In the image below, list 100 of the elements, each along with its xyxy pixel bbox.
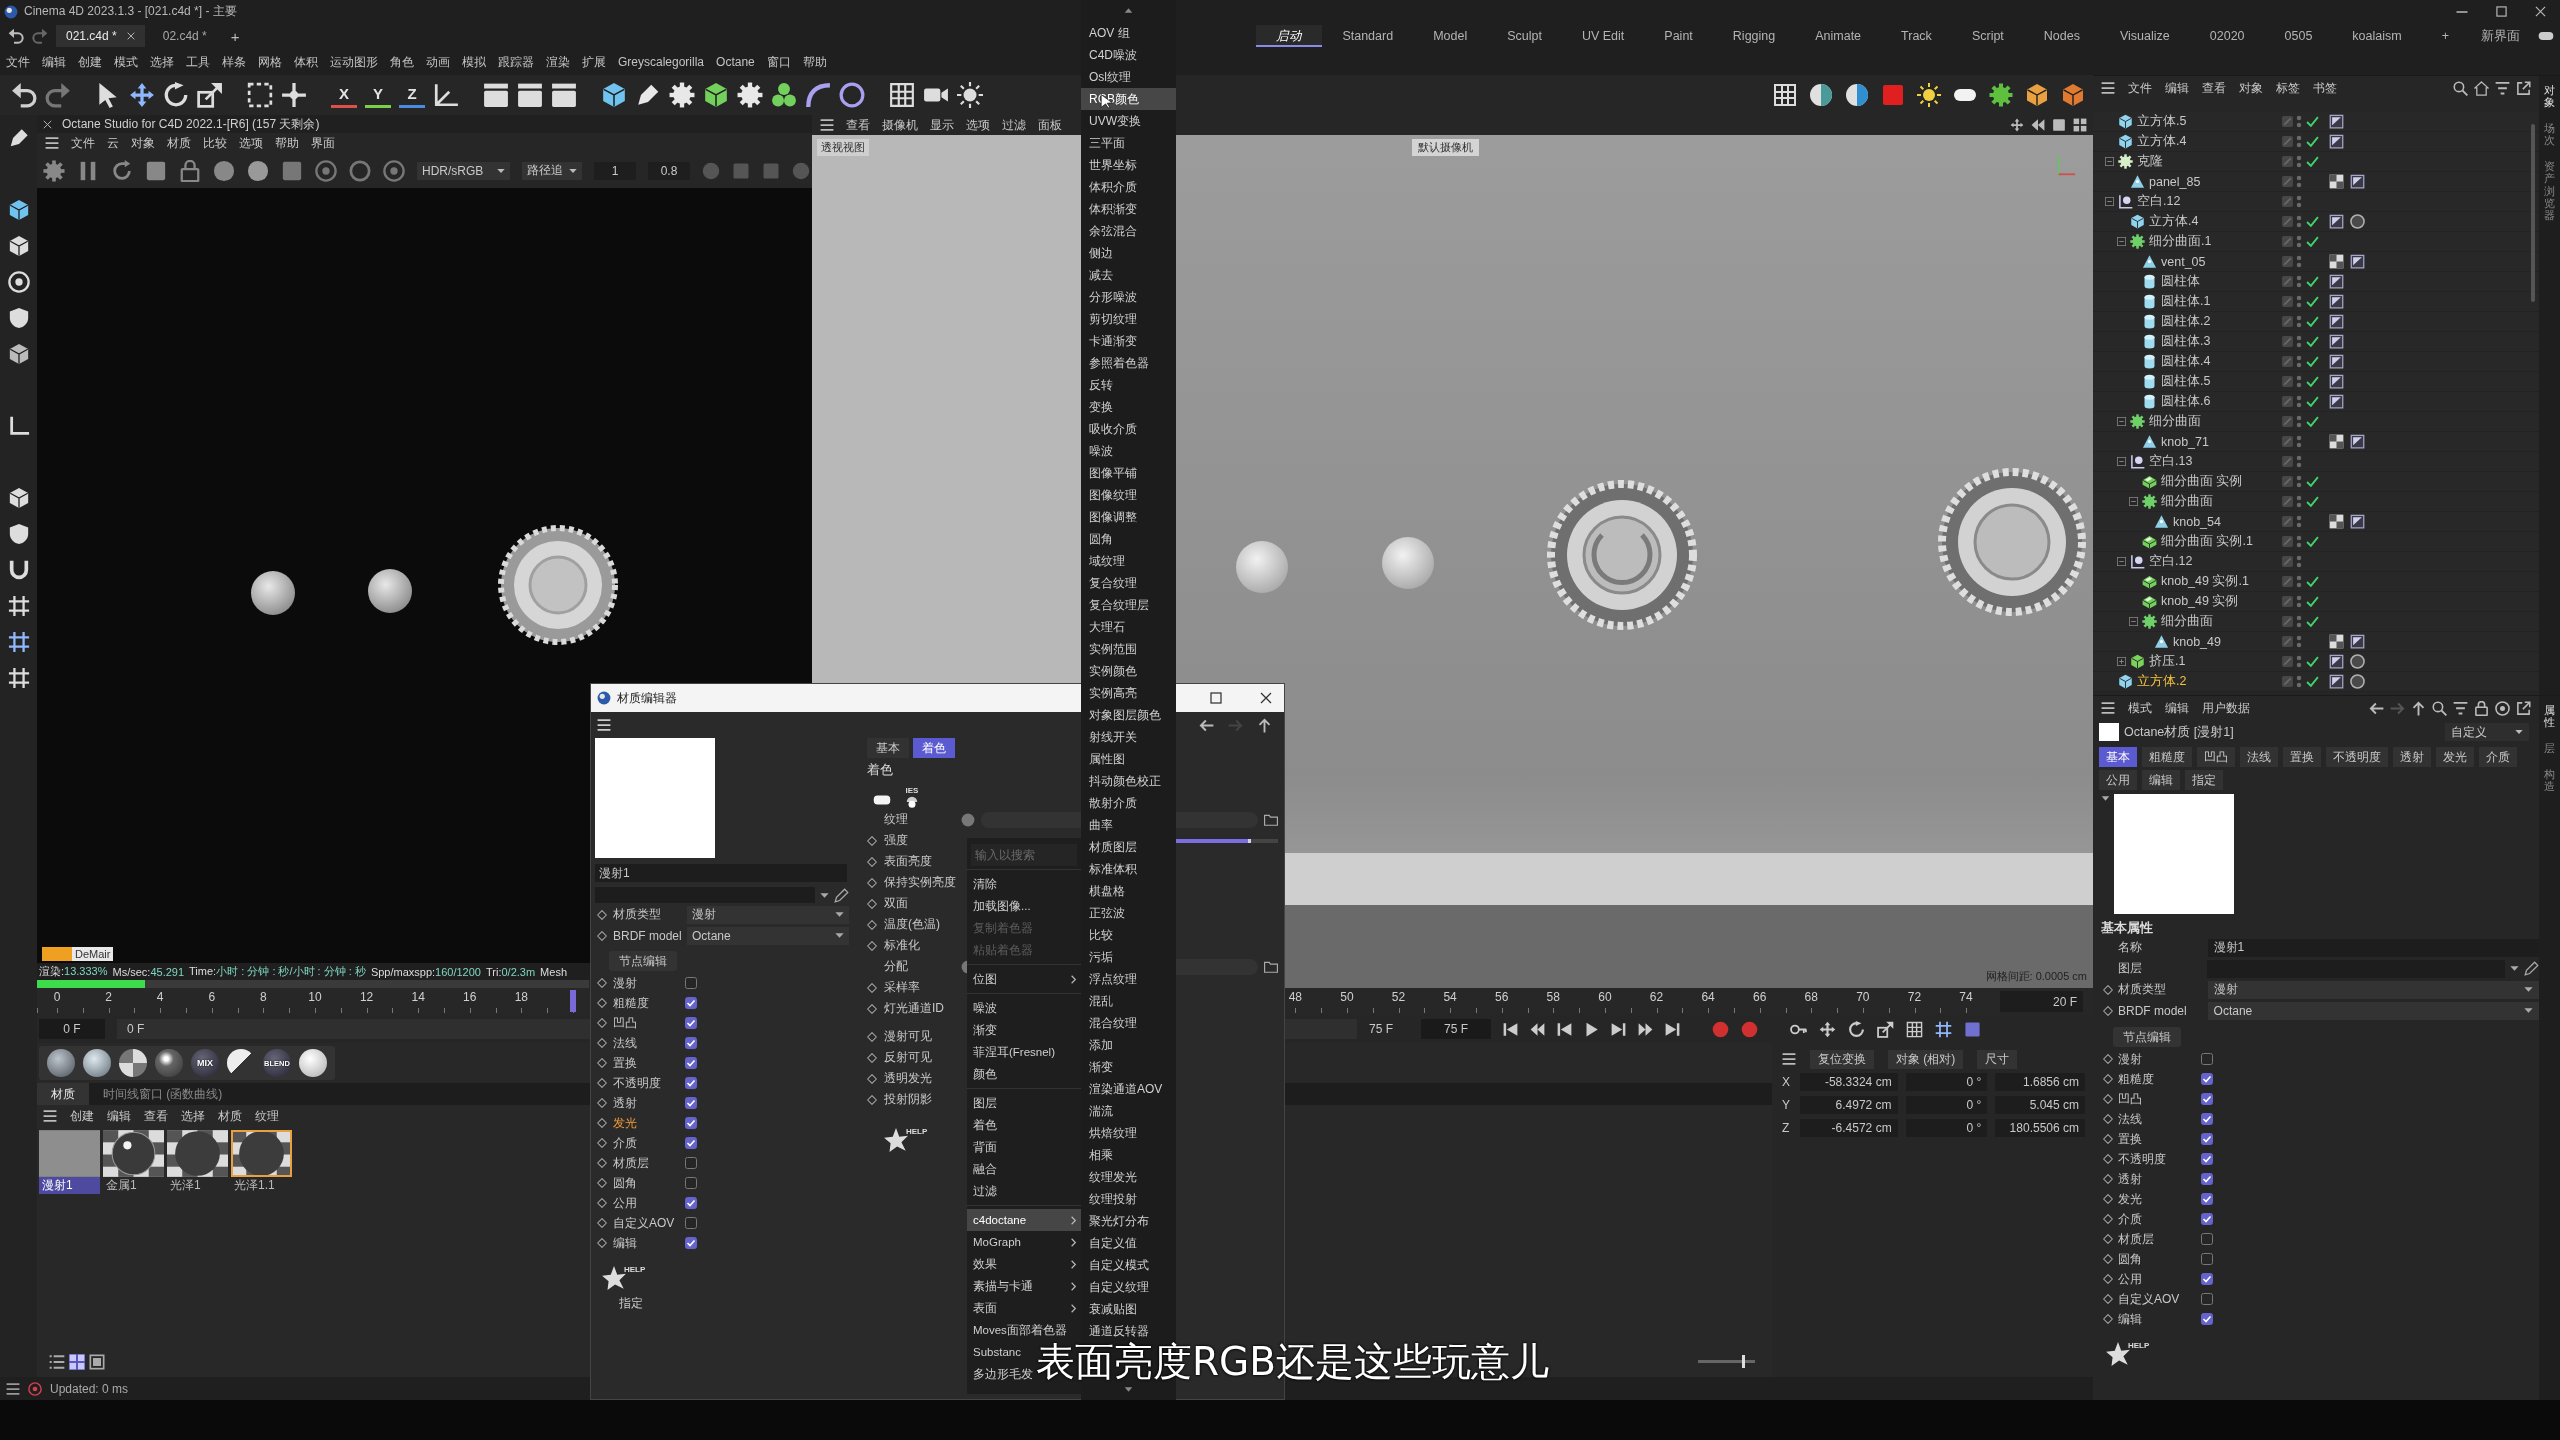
pen-icon[interactable]: [635, 82, 661, 108]
checkbox[interactable]: [685, 1177, 697, 1189]
collapse-icon[interactable]: [2117, 457, 2126, 466]
caret-icon[interactable]: [2101, 794, 2110, 803]
menu-icon[interactable]: [2101, 81, 2115, 95]
layout-tab[interactable]: Track: [1881, 25, 1952, 47]
value-field[interactable]: 6.4972 cm: [1799, 1096, 1898, 1114]
channel-label[interactable]: 编辑: [613, 1234, 679, 1252]
attribute-tab[interactable]: 指定: [2185, 770, 2223, 790]
magnet-icon[interactable]: [7, 559, 30, 581]
grid-icon[interactable]: [2073, 118, 2087, 132]
menu-item[interactable]: 加载图像...: [967, 895, 1034, 917]
menu-item[interactable]: C4D噪波: [1081, 44, 1176, 66]
object-name[interactable]: knob_49 实例: [2161, 593, 2239, 610]
side-tab[interactable]: 对象: [2544, 84, 2555, 109]
channel-label[interactable]: 凹凸: [613, 1014, 679, 1032]
visibility-dots-icon[interactable]: [2296, 135, 2302, 148]
layer-icon[interactable]: [2281, 395, 2294, 408]
object-name[interactable]: 细分曲面 实例.1: [2161, 533, 2253, 550]
check-icon[interactable]: [2306, 235, 2319, 248]
grid-icon[interactable]: [1773, 83, 1797, 107]
axis-lock-button[interactable]: X: [331, 82, 357, 108]
keyframe-icon[interactable]: [2103, 1005, 2113, 1016]
menu-item[interactable]: 帮助: [802, 53, 827, 71]
kernel-dropdown[interactable]: 路径追: [522, 161, 582, 180]
channel-tab[interactable]: 基本: [867, 738, 909, 758]
layer-icon[interactable]: [2281, 595, 2294, 608]
up-arrow-icon[interactable]: [1257, 717, 1272, 733]
menu-item[interactable]: 抖动颜色校正: [1081, 770, 1176, 792]
menu-item[interactable]: 文件: [71, 134, 95, 152]
layer-icon[interactable]: [2281, 355, 2294, 368]
pencil-icon[interactable]: [834, 887, 849, 903]
menu-item[interactable]: UVW变换: [1081, 110, 1176, 132]
visibility-dots-icon[interactable]: [2296, 395, 2302, 408]
grid-icon[interactable]: [7, 667, 30, 689]
grid-icon[interactable]: [1906, 1020, 1923, 1038]
preset-dropdown[interactable]: 自定义: [2445, 723, 2529, 741]
menu-item[interactable]: 渐变: [1081, 1056, 1176, 1078]
check-icon[interactable]: [2306, 595, 2319, 608]
collapse-icon[interactable]: [2117, 417, 2126, 426]
layer-icon[interactable]: [2281, 515, 2294, 528]
list-icon[interactable]: [49, 1354, 65, 1370]
layer-icon[interactable]: [2281, 275, 2294, 288]
check-icon[interactable]: [2306, 495, 2319, 508]
menu-item[interactable]: 吸收介质: [1081, 418, 1176, 440]
half-disc-icon[interactable]: [1845, 83, 1869, 107]
menu-item[interactable]: 散射介质: [1081, 792, 1176, 814]
add-layout-button[interactable]: +: [2421, 25, 2469, 47]
menu-item[interactable]: 摄像机: [882, 116, 918, 134]
file-tab[interactable]: 02.c4d *: [152, 25, 217, 47]
back-arrow-icon[interactable]: [2369, 700, 2384, 716]
menu-item[interactable]: 渐变: [967, 1019, 1000, 1041]
corner-flag-icon[interactable]: [2350, 634, 2365, 649]
channel-label[interactable]: 自定义AOV: [613, 1214, 679, 1232]
menu-item[interactable]: 变换: [1081, 396, 1176, 418]
collapse-icon[interactable]: [2129, 617, 2138, 626]
object-name[interactable]: knob_71: [2161, 434, 2209, 449]
layout-tab[interactable]: Script: [1951, 25, 2024, 47]
layer-icon[interactable]: [2281, 115, 2294, 128]
ring-icon[interactable]: [839, 82, 865, 108]
layout-tab[interactable]: UV Edit: [1561, 25, 1645, 47]
visibility-dots-icon[interactable]: [2296, 195, 2302, 208]
corner-flag-icon[interactable]: [2329, 294, 2344, 309]
playhead[interactable]: [570, 990, 577, 1012]
keyframe-icon[interactable]: [2103, 984, 2113, 995]
visibility-dots-icon[interactable]: [2296, 255, 2302, 268]
menu-item[interactable]: 反转: [1081, 374, 1176, 396]
corner-flag-icon[interactable]: [2350, 514, 2365, 529]
corner-flag-icon[interactable]: [2329, 114, 2344, 129]
square-icon[interactable]: [89, 1354, 105, 1370]
corner-flag-icon[interactable]: [2329, 654, 2344, 669]
channel-label[interactable]: 介质: [613, 1134, 679, 1152]
menu-item[interactable]: 自定义纹理: [1081, 1276, 1176, 1298]
check-icon[interactable]: [2306, 615, 2319, 628]
layout-tab[interactable]: koalaism: [2332, 25, 2422, 47]
object-name[interactable]: 细分曲面: [2161, 613, 2213, 630]
menu-item[interactable]: 工具: [186, 53, 210, 71]
attribute-tab[interactable]: 不透明度: [2326, 747, 2388, 767]
menu-item[interactable]: 湍流: [1081, 1100, 1176, 1122]
object-name[interactable]: 挤压.1: [2149, 653, 2186, 670]
menu-icon[interactable]: [1782, 1052, 1796, 1066]
channel-label[interactable]: 粗糙度: [613, 994, 679, 1012]
layer-icon[interactable]: [2281, 375, 2294, 388]
visibility-dots-icon[interactable]: [2296, 455, 2302, 468]
check-icon[interactable]: [2306, 315, 2319, 328]
attribute-tab[interactable]: 凹凸: [2197, 747, 2235, 767]
material-name[interactable]: 光泽1: [167, 1177, 228, 1194]
keyframe-icon[interactable]: [867, 1003, 877, 1014]
record-icon[interactable]: [1712, 1020, 1729, 1038]
menu-item[interactable]: 表面: [967, 1297, 1081, 1319]
sphere-icon[interactable]: [2350, 654, 2365, 669]
move-icon[interactable]: [1819, 1020, 1836, 1038]
object-name[interactable]: 圆柱体.3: [2161, 333, 2211, 350]
bend-icon[interactable]: [805, 82, 831, 108]
close-icon[interactable]: [43, 119, 52, 129]
menu-item[interactable]: 减去: [1081, 264, 1176, 286]
next-key-icon[interactable]: [1638, 1021, 1653, 1037]
menu-item[interactable]: 窗口: [766, 53, 791, 71]
menu-item[interactable]: 参照着色器: [1081, 352, 1176, 374]
menu-item[interactable]: 实例高亮: [1081, 682, 1176, 704]
